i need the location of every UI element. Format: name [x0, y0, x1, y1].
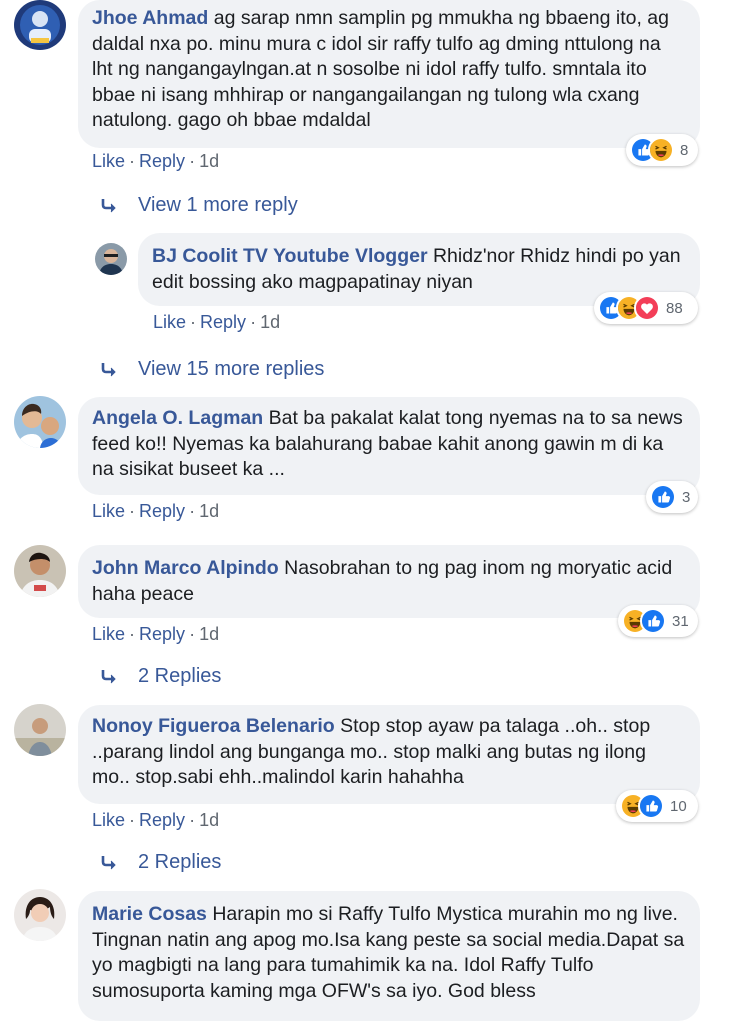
avatar[interactable] — [95, 243, 127, 275]
love-reaction-icon — [634, 295, 660, 321]
view-more-replies-link[interactable]: View 15 more replies — [98, 358, 324, 381]
reaction-summary[interactable]: 31 — [618, 605, 698, 637]
haha-reaction-icon — [648, 137, 674, 163]
reaction-summary[interactable]: 3 — [646, 481, 698, 513]
reaction-summary[interactable]: 88 — [594, 292, 698, 324]
separator-dot: · — [189, 624, 196, 644]
reaction-summary[interactable]: 10 — [616, 790, 698, 822]
timestamp[interactable]: 1d — [199, 810, 219, 830]
like-link[interactable]: Like — [92, 810, 125, 830]
reaction-count: 31 — [672, 612, 689, 630]
comment-bubble: Marie Cosas Harapin mo si Raffy Tulfo My… — [78, 891, 700, 1021]
separator-dot: · — [129, 501, 136, 521]
like-link[interactable]: Like — [92, 151, 125, 171]
avatar-image — [14, 704, 66, 756]
separator-dot: · — [250, 312, 257, 332]
avatar[interactable] — [14, 0, 66, 50]
reaction-count: 3 — [682, 488, 691, 506]
comment-author[interactable]: Angela O. Lagman — [92, 407, 263, 429]
like-reaction-icon — [640, 608, 666, 634]
avatar-image — [14, 545, 66, 597]
reaction-count: 88 — [666, 299, 683, 317]
comment-bubble: Jhoe Ahmad ag sarap nmn samplin pg mmukh… — [78, 0, 700, 148]
separator-dot: · — [189, 810, 196, 830]
reply-link[interactable]: Reply — [139, 151, 185, 171]
view-more-replies-label[interactable]: View 1 more reply — [138, 194, 298, 217]
like-link[interactable]: Like — [153, 312, 186, 332]
timestamp[interactable]: 1d — [199, 624, 219, 644]
separator-dot: · — [189, 501, 196, 521]
comment-actions: Like · Reply · 1d — [92, 151, 219, 172]
comment-author[interactable]: Jhoe Ahmad — [92, 7, 208, 29]
comment-actions: Like · Reply · 1d — [92, 501, 219, 522]
view-replies-label[interactable]: 2 Replies — [138, 851, 221, 874]
separator-dot: · — [129, 810, 136, 830]
view-replies-link[interactable]: 2 Replies — [98, 851, 221, 874]
view-replies-link[interactable]: 2 Replies — [98, 665, 221, 688]
avatar[interactable] — [14, 889, 66, 941]
avatar-image — [14, 889, 66, 941]
comment-actions: Like · Reply · 1d — [92, 810, 219, 831]
view-more-replies-link[interactable]: View 1 more reply — [98, 194, 298, 217]
reply-link[interactable]: Reply — [200, 312, 246, 332]
avatar-image — [14, 396, 66, 448]
reaction-summary[interactable]: 8 — [626, 134, 698, 166]
timestamp[interactable]: 1d — [199, 501, 219, 521]
reply-arrow-icon — [98, 359, 120, 381]
like-reaction-icon — [638, 793, 664, 819]
reaction-count: 8 — [680, 141, 689, 159]
comment-bubble: Nonoy Figueroa Belenario Stop stop ayaw … — [78, 705, 700, 804]
avatar-image — [14, 0, 66, 50]
separator-dot: · — [190, 312, 197, 332]
reply-link[interactable]: Reply — [139, 624, 185, 644]
avatar-image — [95, 243, 127, 275]
comment-bubble: John Marco Alpindo Nasobrahan to ng pag … — [78, 545, 700, 618]
avatar[interactable] — [14, 545, 66, 597]
like-link[interactable]: Like — [92, 624, 125, 644]
comment-author[interactable]: Nonoy Figueroa Belenario — [92, 715, 335, 737]
comment-author[interactable]: Marie Cosas — [92, 903, 207, 925]
comment-actions: Like · Reply · 1d — [92, 624, 219, 645]
reply-link[interactable]: Reply — [139, 810, 185, 830]
separator-dot: · — [189, 151, 196, 171]
avatar[interactable] — [14, 704, 66, 756]
comment-author[interactable]: BJ Coolit TV Youtube Vlogger — [152, 245, 428, 267]
comment-bubble: Angela O. Lagman Bat ba pakalat kalat to… — [78, 397, 700, 495]
reply-arrow-icon — [98, 195, 120, 217]
comment-actions: Like · Reply · 1d — [153, 312, 280, 333]
timestamp[interactable]: 1d — [260, 312, 280, 332]
comment-author[interactable]: John Marco Alpindo — [92, 557, 279, 579]
separator-dot: · — [129, 151, 136, 171]
separator-dot: · — [129, 624, 136, 644]
like-reaction-icon — [650, 484, 676, 510]
reply-arrow-icon — [98, 666, 120, 688]
timestamp[interactable]: 1d — [199, 151, 219, 171]
reply-link[interactable]: Reply — [139, 501, 185, 521]
reaction-count: 10 — [670, 797, 687, 815]
reply-arrow-icon — [98, 852, 120, 874]
like-link[interactable]: Like — [92, 501, 125, 521]
view-replies-label[interactable]: 2 Replies — [138, 665, 221, 688]
avatar[interactable] — [14, 396, 66, 448]
view-more-replies-label[interactable]: View 15 more replies — [138, 358, 324, 381]
